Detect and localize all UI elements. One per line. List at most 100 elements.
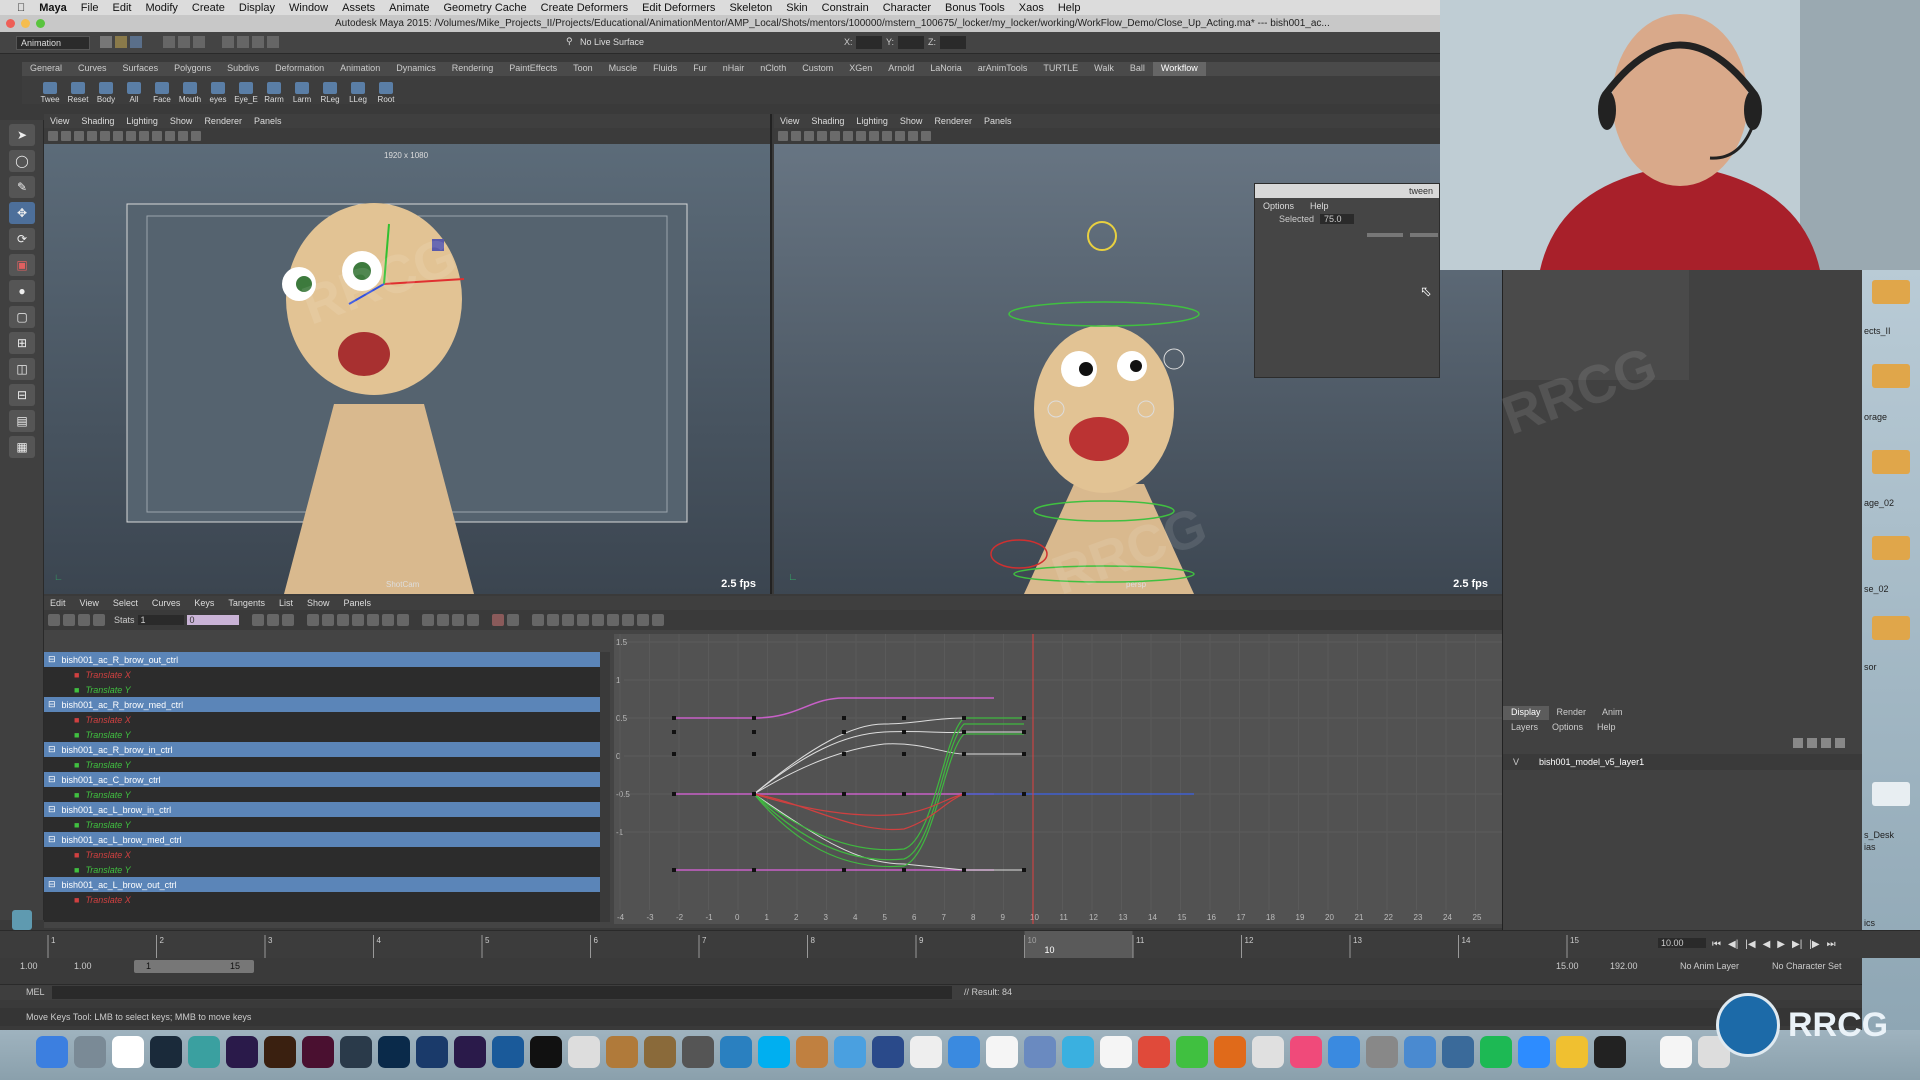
audio-icon[interactable]	[872, 1036, 904, 1068]
shelf-tab[interactable]: PaintEffects	[501, 62, 565, 76]
graph-menu-tangents[interactable]: Tangents	[228, 598, 265, 608]
folder-icon[interactable]	[1872, 280, 1910, 304]
app-store-icon[interactable]	[1328, 1036, 1360, 1068]
shelf-tab[interactable]: nCloth	[752, 62, 794, 76]
close-window-button[interactable]	[6, 19, 15, 28]
outliner-attribute-row[interactable]: ■ Translate Y	[44, 727, 610, 742]
curve-key[interactable]	[842, 730, 846, 734]
curve-key[interactable]	[902, 730, 906, 734]
paint-select-icon[interactable]: ✎	[9, 176, 35, 198]
curve-key[interactable]	[962, 716, 966, 720]
denormalize-icon[interactable]	[546, 614, 559, 626]
sublime-icon[interactable]	[910, 1036, 942, 1068]
bookmark-icon[interactable]	[791, 131, 801, 141]
photoshop-icon[interactable]	[378, 1036, 410, 1068]
time-slider[interactable]: 123456789101112131415 10 10.00 ⏮ ◀| |◀ ◀…	[0, 930, 1920, 959]
scale-tool-icon[interactable]: ▣	[9, 254, 35, 276]
graph-layout-icon[interactable]: ⊟	[9, 384, 35, 406]
buffer-curve-icon[interactable]	[491, 614, 504, 626]
curve-key[interactable]	[962, 868, 966, 872]
viewport-menu-renderer[interactable]: Renderer	[204, 116, 242, 126]
unify-tangents-icon[interactable]	[436, 614, 449, 626]
wireframe-icon[interactable]	[126, 131, 136, 141]
graph-menu-curves[interactable]: Curves	[152, 598, 181, 608]
shelf-tab[interactable]: Polygons	[166, 62, 219, 76]
shelf-tab[interactable]: Surfaces	[115, 62, 167, 76]
menu-bonus-tools[interactable]: Bonus Tools	[938, 2, 1012, 14]
facetime-icon[interactable]	[1176, 1036, 1208, 1068]
new-layer-selected-icon[interactable]	[1835, 738, 1845, 748]
snap-grid-icon[interactable]	[222, 36, 234, 48]
maya-app-icon[interactable]	[188, 1036, 220, 1068]
after-effects-icon[interactable]	[226, 1036, 258, 1068]
new-layer-icon[interactable]	[1821, 738, 1831, 748]
go-to-start-icon[interactable]: ⏮	[1712, 939, 1721, 950]
menu-window[interactable]: Window	[282, 2, 335, 14]
utility-icon[interactable]	[606, 1036, 638, 1068]
utility-icon[interactable]	[1138, 1036, 1170, 1068]
shelf-tab[interactable]: Animation	[332, 62, 388, 76]
minimize-window-button[interactable]	[21, 19, 30, 28]
stats-time-field[interactable]: 1	[137, 615, 184, 625]
shelf-tab[interactable]: Toon	[565, 62, 601, 76]
two-pane-layout-icon[interactable]: ◫	[9, 358, 35, 380]
utility-icon[interactable]	[682, 1036, 714, 1068]
region-tool-icon[interactable]	[93, 614, 105, 626]
grid-icon[interactable]	[87, 131, 97, 141]
smooth-shade-icon[interactable]	[139, 131, 149, 141]
character-set-select[interactable]: No Character Set	[1772, 961, 1842, 971]
menuset-select[interactable]: Animation	[16, 36, 90, 50]
save-scene-icon[interactable]	[130, 36, 142, 48]
curve-key[interactable]	[842, 868, 846, 872]
shelf-tab[interactable]: Curves	[70, 62, 115, 76]
select-hierarchy-icon[interactable]	[163, 36, 175, 48]
select-object-icon[interactable]	[178, 36, 190, 48]
outliner-attribute-row[interactable]: ■ Translate Y	[44, 787, 610, 802]
layer-tab-anim[interactable]: Anim	[1594, 706, 1631, 720]
shelf-button[interactable]: Larm	[290, 82, 314, 104]
move-keys-icon[interactable]	[48, 614, 60, 626]
apple-icon[interactable]: 	[10, 2, 32, 14]
spotify-icon[interactable]	[1480, 1036, 1512, 1068]
single-pane-layout-icon[interactable]: ▢	[9, 306, 35, 328]
shadows-icon[interactable]	[908, 131, 918, 141]
film-gate-icon[interactable]	[100, 131, 110, 141]
viewport-menu-view[interactable]: View	[50, 116, 69, 126]
spline-tangent-icon[interactable]	[321, 614, 334, 626]
safari-icon[interactable]	[834, 1036, 866, 1068]
play-backward-icon[interactable]: ◀	[1763, 939, 1771, 950]
graph-curve-area[interactable]: 1.510.50-0.5-1 -4-3-2-101234567891011121…	[614, 634, 1502, 924]
x-field[interactable]	[856, 36, 882, 49]
shelf-tab[interactable]: Walk	[1086, 62, 1122, 76]
tween-value-field[interactable]: 75.0	[1320, 214, 1355, 224]
steam-icon[interactable]	[150, 1036, 182, 1068]
menu-skin[interactable]: Skin	[779, 2, 814, 14]
viewport-menu-show[interactable]: Show	[170, 116, 193, 126]
flat-tangent-icon[interactable]	[366, 614, 379, 626]
normalize-icon[interactable]	[531, 614, 544, 626]
last-tool-icon[interactable]: ●	[9, 280, 35, 302]
grid-icon[interactable]	[817, 131, 827, 141]
folder-icon[interactable]	[1872, 450, 1910, 474]
shelf-tab[interactable]: Fur	[685, 62, 715, 76]
viewport-shotcam[interactable]: View Shading Lighting Show Renderer Pane…	[44, 114, 772, 594]
smooth-shade-icon[interactable]	[869, 131, 879, 141]
utility-icon[interactable]	[1024, 1036, 1056, 1068]
shelf-tab[interactable]: Ball	[1122, 62, 1153, 76]
curve-key[interactable]	[672, 752, 676, 756]
graph-menu-view[interactable]: View	[80, 598, 99, 608]
arm-control[interactable]	[990, 539, 1048, 569]
layer-move-down-icon[interactable]	[1807, 738, 1817, 748]
folder-icon[interactable]	[1872, 616, 1910, 640]
lights-icon[interactable]	[165, 131, 175, 141]
plateau-tangent-icon[interactable]	[396, 614, 409, 626]
graph-menu-edit[interactable]: Edit	[50, 598, 66, 608]
curve-key[interactable]	[1022, 730, 1026, 734]
select-component-icon[interactable]	[193, 36, 205, 48]
expand-icon[interactable]: ⊟	[48, 744, 56, 755]
shelf-tab[interactable]: arAnimTools	[970, 62, 1036, 76]
folder-icon[interactable]	[1872, 364, 1910, 388]
clamped-tangent-icon[interactable]	[336, 614, 349, 626]
shelf-tab[interactable]: Custom	[794, 62, 841, 76]
outliner-attribute-row[interactable]: ■ Translate Y	[44, 817, 610, 832]
